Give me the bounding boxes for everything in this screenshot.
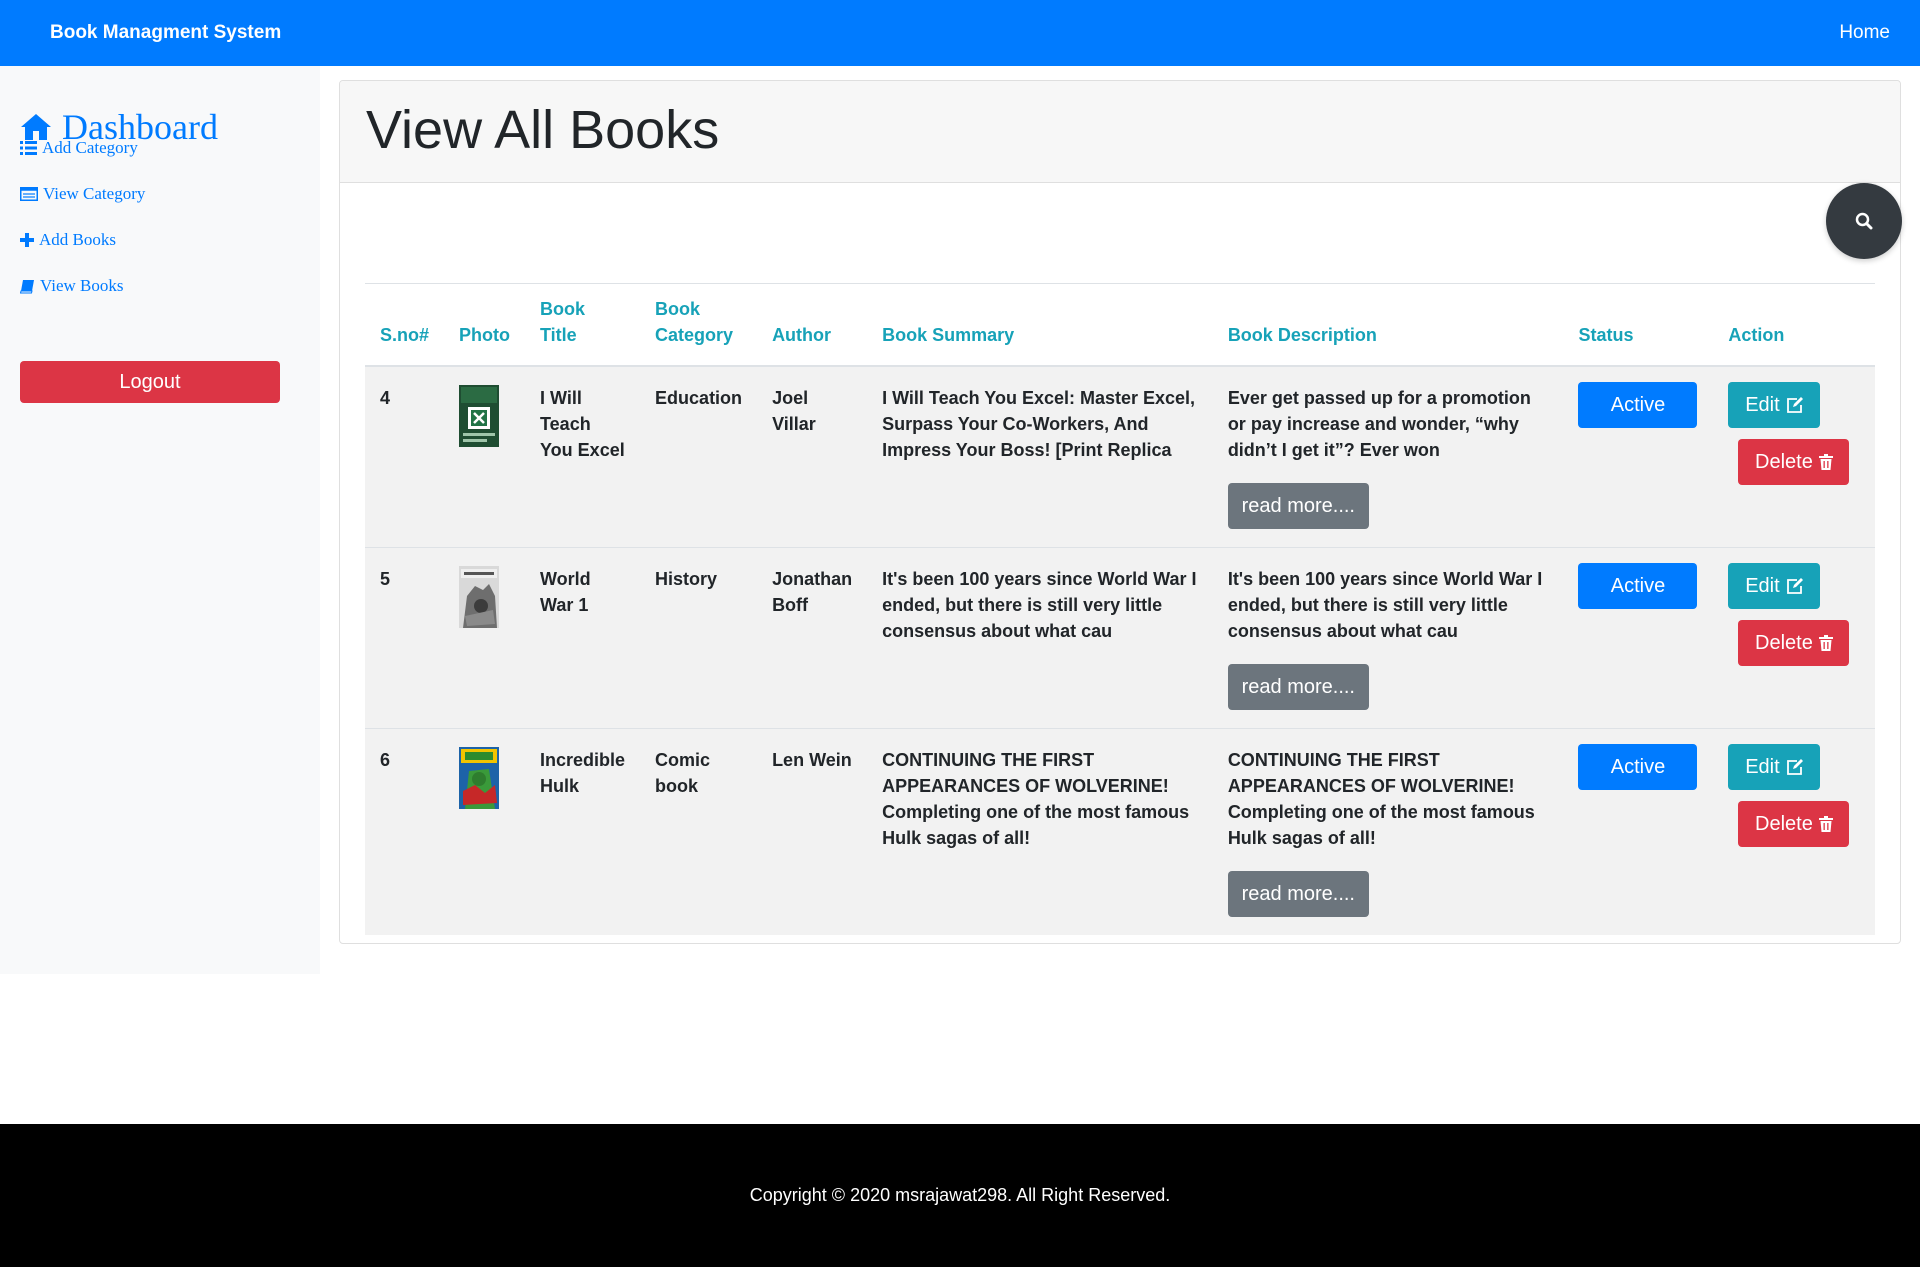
sidebar-item-add-category[interactable]: Add Category [20, 138, 138, 158]
cell-book-summary: I Will Teach You Excel: Master Excel, Su… [867, 365, 1213, 548]
cell-book-title: World War 1 [525, 547, 641, 729]
delete-button[interactable]: Delete [1738, 620, 1850, 666]
description-text: CONTINUING THE FIRST APPEARANCES OF WOLV… [1227, 750, 1535, 848]
header-book-description[interactable]: Book Description [1212, 283, 1564, 367]
status-active-button[interactable]: Active [1578, 563, 1698, 609]
books-table: S.no# Photo Book Title Book Category Aut… [365, 283, 1875, 935]
table-row: 4 I Will Teach You Excel Education Joel … [365, 365, 1875, 548]
read-more-button[interactable]: read more.... [1227, 664, 1369, 710]
footer: Copyright © 2020 msrajawat298. All Right… [0, 1124, 1920, 1267]
top-navbar: Book Managment System Home [0, 0, 1920, 66]
table-icon [20, 187, 38, 201]
sidebar-item-label: View Category [43, 184, 146, 203]
status-active-button[interactable]: Active [1578, 744, 1698, 790]
cell-book-category: Comic book [640, 728, 758, 935]
nav-home-link[interactable]: Home [1839, 0, 1890, 66]
cell-action: Edit Delete [1713, 547, 1875, 729]
cell-photo [444, 365, 526, 548]
cell-author: Joel Villar [757, 365, 868, 548]
cell-book-description: Ever get passed up for a promotion or pa… [1212, 365, 1564, 548]
sidebar-item-label: Add Books [39, 230, 116, 249]
cell-photo [444, 728, 526, 935]
header-photo[interactable]: Photo [444, 283, 526, 367]
cell-book-summary: It's been 100 years since World War I en… [867, 547, 1213, 729]
sidebar: Dashboard Add Category View Category Add… [0, 66, 320, 974]
cell-book-description: It's been 100 years since World War I en… [1212, 547, 1564, 729]
book-icon [20, 279, 34, 293]
cell-book-category: Education [640, 365, 758, 548]
edit-button[interactable]: Edit [1728, 744, 1821, 790]
sidebar-item-label: Add Category [42, 138, 138, 157]
copyright-text: Copyright © 2020 msrajawat298. All Right… [749, 1185, 1171, 1205]
cell-sno: 4 [365, 365, 445, 548]
book-cover-thumbnail [459, 747, 500, 809]
delete-button[interactable]: Delete [1738, 801, 1850, 847]
description-text: Ever get passed up for a promotion or pa… [1227, 388, 1531, 460]
edit-button[interactable]: Edit [1728, 382, 1821, 428]
cell-book-description: CONTINUING THE FIRST APPEARANCES OF WOLV… [1212, 728, 1564, 935]
delete-label: Delete [1755, 632, 1813, 654]
read-more-button[interactable]: read more.... [1227, 483, 1369, 529]
table-row: 6 Incredible Hulk Comic book Len Wein CO… [365, 728, 1875, 935]
header-author[interactable]: Author [757, 283, 868, 367]
home-icon [21, 114, 51, 140]
delete-label: Delete [1755, 813, 1813, 835]
edit-icon [1786, 397, 1803, 413]
list-icon [20, 141, 37, 155]
cell-action: Edit Delete [1713, 365, 1875, 548]
edit-label: Edit [1745, 575, 1780, 597]
header-status[interactable]: Status [1563, 283, 1714, 367]
trash-icon [1818, 635, 1833, 651]
description-text: It's been 100 years since World War I en… [1227, 569, 1543, 641]
brand-name[interactable]: Book Managment System [50, 0, 281, 66]
cell-book-category: History [640, 547, 758, 729]
sidebar-item-label: View Books [40, 276, 124, 295]
cell-sno: 6 [365, 728, 445, 935]
cell-action: Edit Delete [1713, 728, 1875, 935]
edit-label: Edit [1745, 394, 1780, 416]
trash-icon [1818, 454, 1833, 470]
book-cover-thumbnail [459, 566, 500, 628]
header-action[interactable]: Action [1713, 283, 1875, 367]
trash-icon [1818, 816, 1833, 832]
delete-button[interactable]: Delete [1738, 439, 1850, 485]
book-cover-thumbnail [459, 385, 500, 447]
card-header: View All Books [340, 81, 1900, 183]
logout-button[interactable]: Logout [20, 361, 280, 403]
sidebar-item-view-category[interactable]: View Category [20, 184, 145, 204]
cell-status: Active [1563, 547, 1714, 729]
cell-status: Active [1563, 365, 1714, 548]
table-header-row: S.no# Photo Book Title Book Category Aut… [365, 283, 1875, 367]
cell-book-title: Incredible Hulk [525, 728, 641, 935]
status-active-button[interactable]: Active [1578, 382, 1698, 428]
edit-icon [1786, 759, 1803, 775]
sidebar-item-view-books[interactable]: View Books [20, 276, 124, 296]
search-icon [1855, 212, 1873, 230]
edit-button[interactable]: Edit [1728, 563, 1821, 609]
header-sno[interactable]: S.no# [365, 283, 445, 367]
cell-author: Len Wein [757, 728, 868, 935]
edit-icon [1786, 578, 1803, 594]
cell-author: Jonathan Boff [757, 547, 868, 729]
cell-photo [444, 547, 526, 729]
search-button[interactable] [1826, 183, 1902, 259]
table-row: 5 World War 1 History Jonathan Boff It's… [365, 547, 1875, 729]
plus-icon [20, 233, 34, 247]
read-more-button[interactable]: read more.... [1227, 871, 1369, 917]
cell-status: Active [1563, 728, 1714, 935]
sidebar-item-add-books[interactable]: Add Books [20, 230, 116, 250]
page-title: View All Books [366, 100, 720, 160]
cell-sno: 5 [365, 547, 445, 729]
header-book-category[interactable]: Book Category [640, 283, 758, 367]
cell-book-summary: CONTINUING THE FIRST APPEARANCES OF WOLV… [867, 728, 1213, 935]
cell-book-title: I Will Teach You Excel [525, 365, 641, 548]
edit-label: Edit [1745, 756, 1780, 778]
header-book-title[interactable]: Book Title [525, 283, 641, 367]
header-book-summary[interactable]: Book Summary [867, 283, 1213, 367]
delete-label: Delete [1755, 451, 1813, 473]
